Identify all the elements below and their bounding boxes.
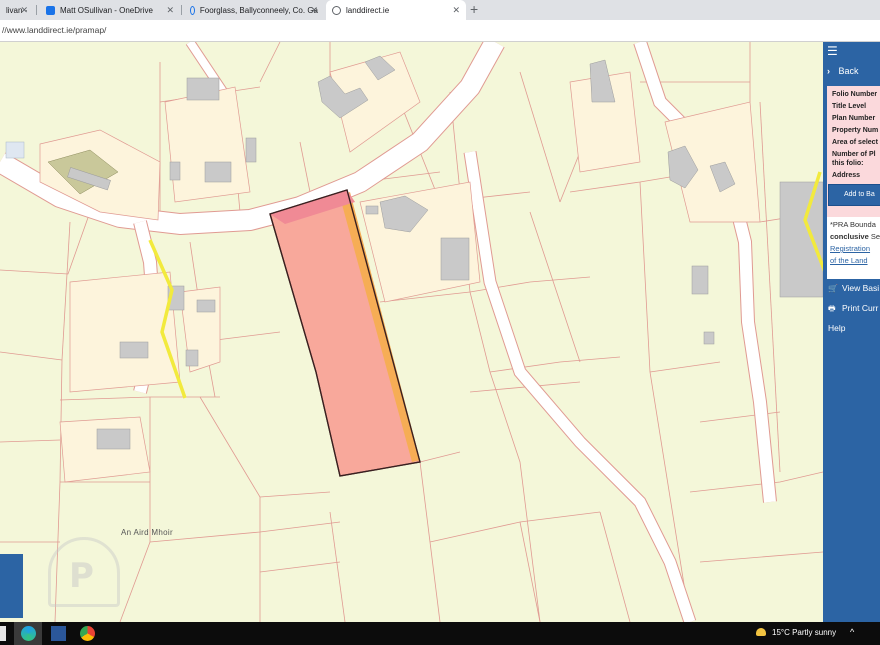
word-icon[interactable] <box>51 626 66 641</box>
field-title-level: Title Level <box>832 103 867 110</box>
chevron-right-icon: › <box>827 66 830 76</box>
tab-label: Foorglass, Ballyconneely, Co. Ga <box>199 5 318 15</box>
cart-icon: 🛒 <box>828 284 838 293</box>
help-link[interactable]: Help <box>828 323 845 333</box>
field-area: Area of select <box>832 139 878 146</box>
folio-panel: ☰ › Back Folio Number Title Level Plan N… <box>823 42 880 622</box>
field-property-number: Property Num <box>832 127 879 134</box>
tray-chevron-icon[interactable]: ^ <box>850 627 854 637</box>
partly-sunny-icon <box>756 628 766 636</box>
browser-tab-bar: livan - ✕ Matt OSullivan - OneDrive ✕ Fo… <box>0 0 880 20</box>
field-number-of-plans: Number of Pl <box>832 151 876 158</box>
map-control-button[interactable] <box>0 554 23 618</box>
close-tab-icon[interactable]: ✕ <box>452 5 460 16</box>
field-folio-number: Folio Number <box>832 91 878 98</box>
tab-label: landdirect.ie <box>346 5 390 15</box>
print-label: Print Curr <box>842 303 879 313</box>
tab-separator <box>36 5 37 15</box>
note-bold: conclusive <box>830 232 869 241</box>
edge-icon[interactable] <box>21 626 36 641</box>
chrome-icon[interactable] <box>80 626 95 641</box>
property-map[interactable]: An Aird Mhoir P <box>0 42 823 622</box>
note-line: *PRA Bounda <box>830 220 876 229</box>
printer-icon: 🖶 <box>828 304 836 313</box>
registration-link[interactable]: Registration <box>830 244 870 253</box>
close-tab-icon[interactable]: ✕ <box>20 5 28 16</box>
close-tab-icon[interactable]: ✕ <box>310 5 318 16</box>
note-rest: Se <box>868 232 880 241</box>
tab-separator <box>181 5 182 15</box>
tab-foorglass[interactable]: Foorglass, Ballyconneely, Co. Ga ✕ <box>184 0 324 20</box>
address-bar[interactable]: //www.landdirect.ie/pramap/ <box>0 20 880 42</box>
watermark-logo: P <box>48 537 120 607</box>
windows-taskbar: 15°C Partly sunny ^ <box>0 622 880 645</box>
new-tab-button[interactable]: + <box>470 1 478 17</box>
add-to-basket-button[interactable]: Add to Ba <box>828 184 880 206</box>
globe-icon <box>190 5 195 15</box>
field-plan-number: Plan Number <box>832 115 876 122</box>
print-link[interactable]: 🖶 Print Curr <box>828 303 878 317</box>
tab-onedrive[interactable]: Matt OSullivan - OneDrive ✕ <box>40 0 180 20</box>
tab-outlook[interactable]: livan - ✕ <box>0 0 34 20</box>
view-basket-label: View Basi <box>842 283 880 293</box>
place-label: An Aird Mhoir <box>121 528 173 537</box>
watermark-glyph: P <box>69 556 94 596</box>
weather-widget[interactable]: 15°C Partly sunny <box>756 628 836 637</box>
land-registry-link[interactable]: of the Land <box>830 256 868 265</box>
globe-icon <box>332 5 341 15</box>
tab-landdirect[interactable]: landdirect.ie ✕ <box>326 0 466 20</box>
back-label: Back <box>838 66 859 76</box>
start-icon[interactable] <box>0 626 6 641</box>
field-this-folio: this folio: <box>832 160 864 167</box>
weather-text: 15°C Partly sunny <box>772 628 837 637</box>
pra-note: *PRA Bounda conclusive Se Registration o… <box>827 217 880 279</box>
menu-icon[interactable]: ☰ <box>827 44 838 58</box>
close-tab-icon[interactable]: ✕ <box>166 5 174 16</box>
onedrive-icon <box>46 5 55 15</box>
note-line-2: conclusive Se <box>830 232 880 241</box>
field-address: Address <box>832 172 861 179</box>
view-basket-link[interactable]: 🛒 View Basi <box>828 283 879 293</box>
tab-label: Matt OSullivan - OneDrive <box>60 5 153 15</box>
url-text[interactable]: //www.landdirect.ie/pramap/ <box>2 25 106 35</box>
back-button[interactable]: › Back <box>827 66 859 76</box>
